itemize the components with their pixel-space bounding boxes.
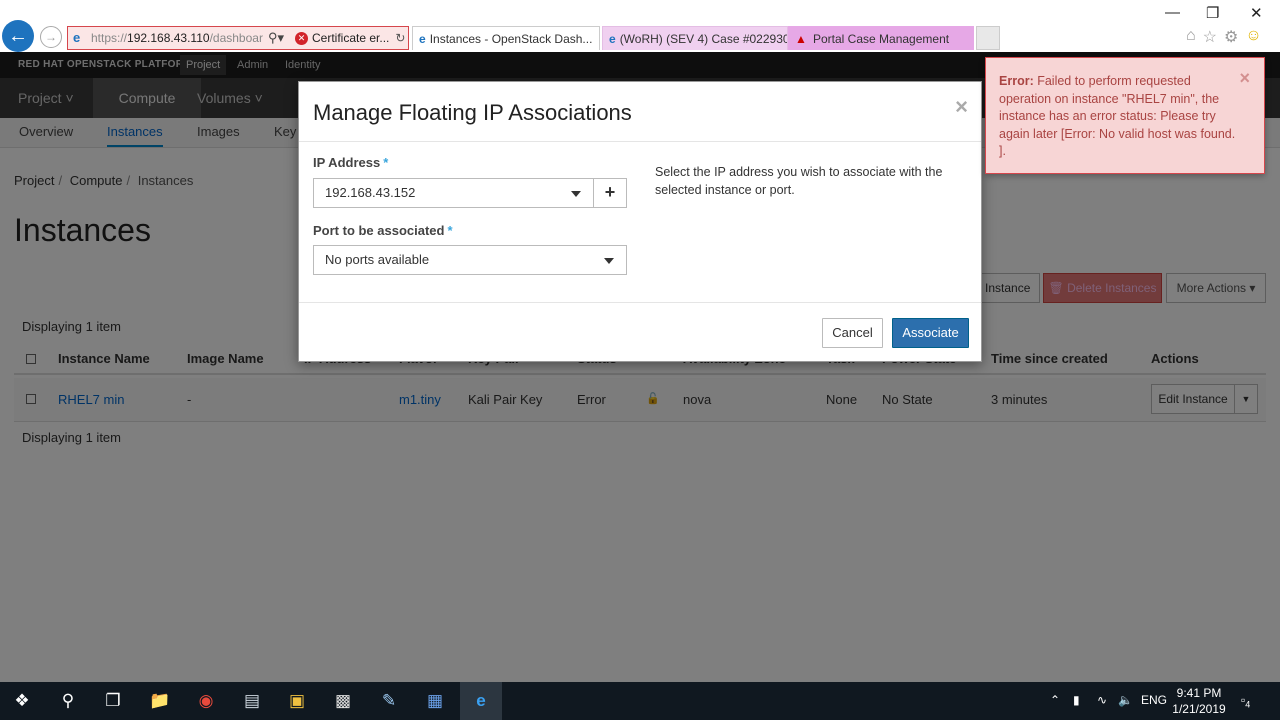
favorites-star-icon[interactable]: ☆ bbox=[1203, 27, 1217, 47]
feedback-smiley-icon[interactable]: ☺ bbox=[1245, 27, 1261, 47]
close-tab-icon[interactable]: ✕ bbox=[598, 32, 599, 46]
battery-icon[interactable]: ▮ bbox=[1073, 693, 1080, 707]
refresh-icon[interactable]: ↻ bbox=[395, 31, 405, 45]
modal-header: Manage Floating IP Associations × bbox=[299, 82, 981, 142]
back-button[interactable]: ← bbox=[2, 20, 34, 52]
associate-button[interactable]: Associate bbox=[892, 318, 969, 348]
close-icon[interactable]: × bbox=[1239, 68, 1250, 89]
search-icon[interactable]: ⚲ bbox=[56, 689, 80, 713]
minimize-icon[interactable]: — bbox=[1165, 4, 1180, 21]
tray-chevron-up-icon[interactable]: ⌃ bbox=[1050, 693, 1060, 707]
help-text: Select the IP address you wish to associ… bbox=[655, 165, 943, 197]
restore-icon[interactable]: ❐ bbox=[1206, 4, 1219, 22]
clock-time: 9:41 PM bbox=[1176, 686, 1222, 700]
certificate-error-label[interactable]: Certificate er... bbox=[312, 31, 389, 45]
ip-address-label: IP Address * bbox=[313, 155, 389, 170]
app-window-icon[interactable]: ▤ bbox=[240, 689, 264, 713]
modal-footer-divider bbox=[299, 302, 981, 303]
error-message: Error: Failed to perform requested opera… bbox=[999, 74, 1236, 158]
tab-label: Portal Case Management bbox=[813, 31, 950, 46]
caret-down-icon bbox=[571, 191, 581, 197]
modal-title: Manage Floating IP Associations bbox=[313, 100, 632, 125]
ie-icon: e bbox=[73, 30, 81, 45]
volume-icon[interactable]: 🔈 bbox=[1118, 693, 1133, 707]
network-app-icon[interactable]: ▦ bbox=[423, 689, 447, 713]
browser-tab-case[interactable]: e (WoRH) (SEV 4) Case #0229307... bbox=[602, 26, 788, 50]
system-clock[interactable]: 9:41 PM 1/21/2019 bbox=[1168, 685, 1230, 717]
tab-label: Instances - OpenStack Dash... bbox=[429, 31, 593, 46]
error-toast: Error: Failed to perform requested opera… bbox=[985, 57, 1265, 174]
browser-tab-portal[interactable]: ▲ Portal Case Management bbox=[788, 26, 974, 50]
allocate-ip-button[interactable]: + bbox=[593, 178, 627, 208]
browser-toolbar-icons: ⌂ ☆ ⚙ ☺ bbox=[1186, 27, 1262, 47]
notepad-icon[interactable]: ✎ bbox=[377, 689, 401, 713]
browser-tab-instances[interactable]: e Instances - OpenStack Dash... ✕ bbox=[412, 26, 600, 50]
settings-gear-icon[interactable]: ⚙ bbox=[1224, 27, 1238, 47]
port-label: Port to be associated * bbox=[313, 223, 453, 238]
notification-center-icon[interactable]: ▫4 bbox=[1241, 693, 1250, 709]
url-text: https://192.168.43.110/dashboard/ bbox=[91, 31, 263, 45]
language-indicator[interactable]: ENG bbox=[1141, 693, 1167, 707]
ie-icon: e bbox=[609, 31, 616, 46]
tab-label: (WoRH) (SEV 4) Case #0229307... bbox=[619, 31, 788, 46]
home-icon[interactable]: ⌂ bbox=[1186, 27, 1196, 47]
clock-date: 1/21/2019 bbox=[1172, 702, 1226, 716]
floating-ip-modal: Manage Floating IP Associations × IP Add… bbox=[298, 81, 982, 362]
redhat-icon: ▲ bbox=[795, 31, 807, 46]
vmware-icon[interactable]: ▣ bbox=[285, 689, 309, 713]
browser-chrome: ← → e https://192.168.43.110/dashboard/ … bbox=[0, 0, 1280, 52]
ip-address-select[interactable]: 192.168.43.152 bbox=[313, 178, 594, 208]
port-select[interactable]: No ports available bbox=[313, 245, 627, 275]
cancel-button[interactable]: Cancel bbox=[822, 318, 883, 348]
address-bar[interactable]: e https://192.168.43.110/dashboard/ ⚲▾ ✕… bbox=[67, 26, 409, 50]
close-window-icon[interactable]: ✕ bbox=[1250, 4, 1263, 22]
search-icon[interactable]: ⚲▾ bbox=[263, 30, 289, 46]
windows-start-icon[interactable]: ❖ bbox=[10, 689, 34, 713]
certificate-error-icon: ✕ bbox=[295, 31, 308, 45]
windows-taskbar: ❖ ⚲ ❐ 📁 ◉ ▤ ▣ ▩ ✎ ▦ e ⌃ ▮ ∿ 🔈 ENG 9:41 P… bbox=[0, 682, 1280, 720]
close-icon[interactable]: × bbox=[955, 94, 968, 120]
wifi-icon[interactable]: ∿ bbox=[1097, 693, 1107, 707]
task-view-icon[interactable]: ❐ bbox=[101, 689, 125, 713]
ie-icon: e bbox=[419, 31, 426, 46]
forward-button[interactable]: → bbox=[40, 26, 62, 48]
caret-down-icon bbox=[604, 258, 614, 264]
chrome-icon[interactable]: ◉ bbox=[194, 689, 218, 713]
new-tab-button[interactable] bbox=[976, 26, 1000, 50]
terminal-icon[interactable]: ▩ bbox=[331, 689, 355, 713]
internet-explorer-icon[interactable]: e bbox=[469, 689, 493, 713]
file-explorer-icon[interactable]: 📁 bbox=[148, 689, 172, 713]
